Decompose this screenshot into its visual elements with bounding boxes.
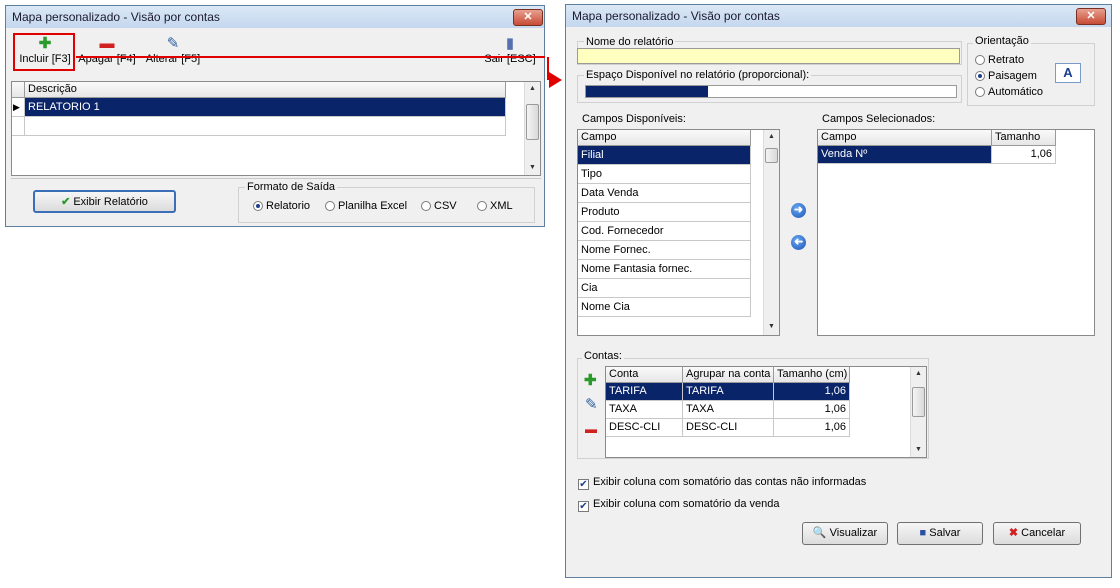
campo-header: Campo	[578, 130, 751, 146]
tamanho-cm-cell[interactable]: 1,06	[774, 419, 850, 437]
right-close-button[interactable]: ✕	[1076, 8, 1106, 25]
scroll-down-arrow[interactable]: ▼	[911, 443, 926, 457]
contas-remove-icon[interactable]: ▬	[585, 422, 597, 436]
sel-tamanho-cell[interactable]: 1,06	[992, 146, 1056, 164]
right-titlebar: Mapa personalizado - Visão por contas ✕	[566, 5, 1111, 27]
campo-item[interactable]: Nome Cia	[578, 298, 751, 317]
save-icon: ■	[919, 527, 927, 539]
campo-item[interactable]: Filial	[578, 146, 751, 165]
radio-dot	[975, 71, 985, 81]
orientation-preview-icon: A	[1055, 63, 1081, 83]
visualizar-label: Visualizar	[829, 527, 878, 539]
tamanho-cm-header: Tamanho (cm)	[774, 367, 850, 383]
sel-tamanho-header: Tamanho	[992, 130, 1056, 146]
right-window-title: Mapa personalizado - Visão por contas	[572, 9, 780, 23]
campos-disponiveis-list: Campo Filial Tipo Data Venda Produto Cod. Fo…	[577, 129, 780, 336]
radio-automatico[interactable]: Automático	[975, 86, 1043, 98]
radio-retrato[interactable]: Retrato	[975, 54, 1024, 66]
nome-label: Nome do relatório	[584, 36, 676, 48]
scroll-up-arrow[interactable]: ▲	[764, 130, 779, 144]
agrupar-header: Agrupar na conta	[683, 367, 774, 383]
agrupar-cell[interactable]: TARIFA	[683, 383, 774, 401]
checkbox-box: ✔	[578, 501, 589, 512]
espaco-progress-bar	[585, 85, 957, 98]
radio-paisagem[interactable]: Paisagem	[975, 70, 1037, 82]
sel-campo-header: Campo	[818, 130, 992, 146]
remove-field-arrow-icon[interactable]: ➜	[791, 235, 806, 250]
contas-label: Contas:	[582, 350, 624, 362]
espaco-label: Espaço Disponível no relatório (proporci…	[584, 69, 812, 81]
conta-header: Conta	[606, 367, 683, 383]
campos-disponiveis-label: Campos Disponíveis:	[582, 113, 686, 125]
contas-edit-icon[interactable]: ✎	[585, 395, 598, 413]
preview-icon: 🔍	[812, 527, 827, 539]
check-somatorio-contas-label: Exibir coluna com somatório das contas n…	[593, 476, 867, 488]
scroll-up-arrow[interactable]: ▲	[911, 367, 926, 381]
conta-cell[interactable]: TAXA	[606, 401, 683, 419]
add-field-arrow-icon[interactable]: ➜	[791, 203, 806, 218]
tamanho-cm-cell[interactable]: 1,06	[774, 401, 850, 419]
sel-campo-cell[interactable]: Venda Nº	[818, 146, 992, 164]
espaco-progress-fill	[586, 86, 709, 97]
campo-item[interactable]: Produto	[578, 203, 751, 222]
campo-item[interactable]: Nome Fornec.	[578, 241, 751, 260]
radio-automatico-label: Automático	[988, 86, 1044, 98]
salvar-label: Salvar	[929, 527, 961, 539]
cancel-icon: ✖	[1008, 527, 1019, 539]
campos-selecionados-grid: Campo Tamanho Venda Nº 1,06	[817, 129, 1095, 336]
orientation-preview-glyph: A	[1063, 65, 1073, 80]
campo-item[interactable]: Cod. Fornecedor	[578, 222, 751, 241]
agrupar-cell[interactable]: TAXA	[683, 401, 774, 419]
check-somatorio-venda[interactable]: ✔ Exibir coluna com somatório da venda	[578, 498, 779, 512]
check-somatorio-venda-label: Exibir coluna com somatório da venda	[593, 498, 780, 510]
radio-paisagem-label: Paisagem	[988, 70, 1037, 82]
campo-item[interactable]: Data Venda	[578, 184, 751, 203]
campo-item[interactable]: Tipo	[578, 165, 751, 184]
salvar-button[interactable]: ■ Salvar	[897, 522, 983, 545]
scroll-thumb[interactable]	[765, 148, 778, 163]
contas-scrollbar[interactable]: ▲ ▼	[910, 367, 926, 457]
campos-disponiveis-scrollbar[interactable]: ▲ ▼	[763, 130, 779, 335]
tamanho-cm-cell[interactable]: 1,06	[774, 383, 850, 401]
cancelar-button[interactable]: ✖ Cancelar	[993, 522, 1081, 545]
contas-add-icon[interactable]: ✚	[584, 371, 597, 389]
campo-item[interactable]: Cia	[578, 279, 751, 298]
visualizar-button[interactable]: 🔍 Visualizar	[802, 522, 888, 545]
check-somatorio-contas[interactable]: ✔ Exibir coluna com somatório das contas …	[578, 476, 866, 490]
agrupar-cell[interactable]: DESC-CLI	[683, 419, 774, 437]
radio-dot	[975, 55, 985, 65]
orientacao-label: Orientação	[973, 35, 1031, 47]
radio-retrato-label: Retrato	[988, 54, 1025, 66]
cancelar-label: Cancelar	[1021, 527, 1066, 539]
conta-cell[interactable]: TARIFA	[606, 383, 683, 401]
scroll-thumb[interactable]	[912, 387, 925, 417]
campos-selecionados-label: Campos Selecionados:	[822, 113, 936, 125]
checkbox-box: ✔	[578, 479, 589, 490]
radio-dot	[975, 87, 985, 97]
scroll-down-arrow[interactable]: ▼	[764, 320, 779, 334]
conta-cell[interactable]: DESC-CLI	[606, 419, 683, 437]
nome-input[interactable]	[577, 48, 960, 64]
campo-item[interactable]: Nome Fantasia fornec.	[578, 260, 751, 279]
contas-grid: Conta Agrupar na conta Tamanho (cm) TARI…	[605, 366, 927, 458]
right-window: Mapa personalizado - Visão por contas ✕ …	[565, 4, 1112, 578]
